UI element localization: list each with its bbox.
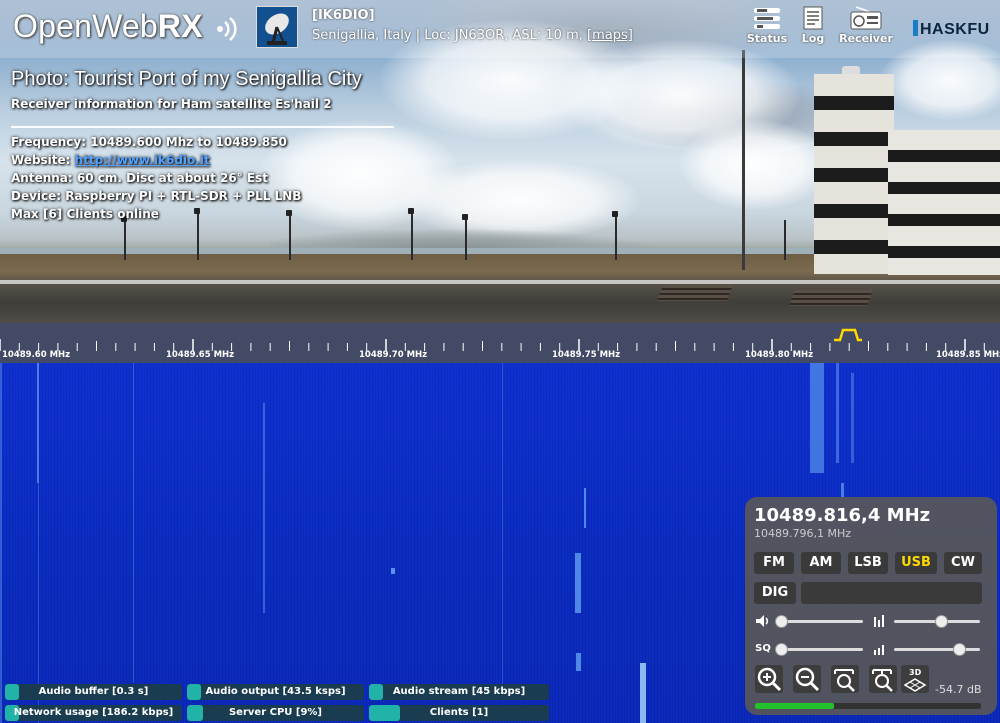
scale-label: 10489.80 MHz	[745, 350, 814, 360]
signal-level-db: -54.7 dB	[935, 683, 982, 696]
mode-usb-button[interactable]: USB	[895, 552, 937, 574]
info-website-label: Website:	[11, 153, 75, 167]
info-divider	[11, 126, 394, 128]
zoom-center-button[interactable]	[869, 665, 897, 693]
info-frequency: Frequency: 10489.600 Mhz to 10489.850	[11, 135, 287, 149]
squelch-slider[interactable]	[777, 648, 863, 651]
passband-marker[interactable]	[834, 328, 862, 342]
openwebrx-logo[interactable]: OpenWebRX	[13, 8, 240, 45]
scale-label: 10489.75 MHz	[552, 350, 621, 360]
waterfall-max-icon	[871, 614, 889, 628]
zoom-in-button[interactable]	[755, 665, 783, 693]
3d-waterfall-icon: 3D	[903, 668, 927, 692]
squelch-label: SQ	[755, 643, 771, 654]
tuned-frequency[interactable]: 10489.816,4 MHz	[754, 505, 930, 526]
squelch-slider-knob[interactable]	[775, 643, 789, 656]
network-usage-label: Network usage [186.2 kbps]	[13, 707, 174, 718]
mode-am-button[interactable]: AM	[801, 552, 841, 574]
receiver-info: Photo: Tourist Port of my Senigallia Cit…	[11, 68, 394, 223]
log-button-label: Log	[801, 32, 825, 45]
s-meter-fill	[755, 703, 835, 709]
secondary-frequency: 10489.796,1 MHz	[754, 527, 852, 540]
mode-fm-button[interactable]: FM	[754, 552, 794, 574]
svg-text:3D: 3D	[909, 668, 922, 677]
scale-label: 10489.60 MHz	[2, 350, 71, 360]
mode-dig-button[interactable]: DIG	[754, 582, 796, 604]
receiver-icon	[850, 6, 882, 30]
zoom-center-icon	[872, 669, 893, 692]
audio-stream-bar: Audio stream [45 kbps]	[369, 684, 549, 700]
volume-slider[interactable]	[777, 620, 863, 623]
scale-label: 10489.70 MHz	[359, 350, 428, 360]
waterfall-min-icon	[871, 642, 889, 656]
network-usage-bar: Network usage [186.2 kbps]	[5, 705, 182, 721]
maps-link[interactable]: [maps]	[587, 28, 633, 43]
info-title: Photo: Tourist Port of my Senigallia Cit…	[11, 68, 362, 90]
top-bar: OpenWebRX [IK6DIO] Senigallia, Italy | L…	[0, 0, 1000, 58]
waterfall-min-slider[interactable]	[894, 648, 980, 651]
info-antenna: Antenna: 60 cm. Disc at about 26° Est	[11, 171, 268, 185]
location-text: Senigallia, Italy | Loc: JN63OR, ASL: 10…	[312, 28, 583, 43]
receiver-avatar	[256, 6, 298, 48]
clients-label: Clients [1]	[429, 707, 489, 718]
info-website: Website: http://www.ik6dio.it	[11, 151, 394, 169]
logo-text-open: Open	[13, 8, 93, 44]
log-button[interactable]: Log	[788, 4, 838, 54]
scale-ticks	[0, 328, 985, 351]
zoom-full-button[interactable]	[831, 665, 859, 693]
frequency-scale[interactable]: 10489.60 MHz 10489.65 MHz 10489.70 MHz 1…	[0, 323, 1000, 363]
receiver-location: Senigallia, Italy | Loc: JN63OR, ASL: 10…	[312, 28, 633, 43]
logo-text-web: Web	[92, 8, 158, 44]
satellite-dish-icon	[257, 7, 297, 47]
zoom-out-icon	[795, 667, 820, 692]
3d-view-button[interactable]: 3D	[901, 665, 929, 693]
server-cpu-label: Server CPU [9%]	[228, 707, 323, 718]
brand-text: HASKFU	[920, 21, 990, 38]
volume-slider-knob[interactable]	[775, 615, 789, 628]
brand-mark-icon	[913, 20, 918, 36]
digital-mode-select[interactable]	[801, 582, 982, 604]
status-button-label: Status	[746, 32, 788, 45]
server-cpu-bar: Server CPU [9%]	[187, 705, 364, 721]
receiver-button-label: Receiver	[839, 32, 893, 45]
radio-waves-icon	[216, 16, 237, 41]
status-icon	[754, 8, 780, 29]
sponsor-logo: HASKFU	[913, 20, 990, 39]
scale-label: 10489.85 MHz	[936, 350, 1000, 360]
waterfall-max-slider-knob[interactable]	[935, 615, 949, 628]
audio-buffer-label: Audio buffer [0.3 s]	[38, 686, 149, 697]
status-button[interactable]: Status	[742, 4, 792, 54]
zoom-in-icon	[757, 667, 782, 692]
mode-cw-button[interactable]: CW	[944, 552, 982, 574]
s-meter	[755, 703, 981, 709]
info-clients: Max [6] Clients online	[11, 207, 159, 221]
receiver-control-panel: 10489.816,4 MHz 10489.796,1 MHz FM AM LS…	[745, 497, 997, 715]
audio-buffer-bar: Audio buffer [0.3 s]	[5, 684, 182, 700]
receiver-callsign: [IK6DIO]	[312, 8, 375, 23]
info-device: Device: Raspberry PI + RTL-SDR + PLL LNB	[11, 189, 302, 203]
zoom-full-icon	[834, 669, 855, 692]
log-icon	[803, 6, 823, 30]
info-website-link[interactable]: http://www.ik6dio.it	[75, 153, 210, 167]
mode-lsb-button[interactable]: LSB	[848, 552, 888, 574]
audio-stream-label: Audio stream [45 kbps]	[392, 686, 526, 697]
logo-text-rx: RX	[157, 8, 203, 44]
audio-output-bar: Audio output [43.5 ksps]	[187, 684, 364, 700]
waterfall-min-slider-knob[interactable]	[952, 643, 966, 656]
zoom-out-button[interactable]	[793, 665, 821, 693]
scale-label: 10489.65 MHz	[166, 350, 235, 360]
audio-output-label: Audio output [43.5 ksps]	[205, 686, 346, 697]
info-subtitle: Receiver information for Ham satellite E…	[11, 97, 332, 111]
receiver-button[interactable]: Receiver	[838, 4, 894, 54]
speaker-icon	[754, 614, 772, 628]
clients-bar: Clients [1]	[369, 705, 549, 721]
